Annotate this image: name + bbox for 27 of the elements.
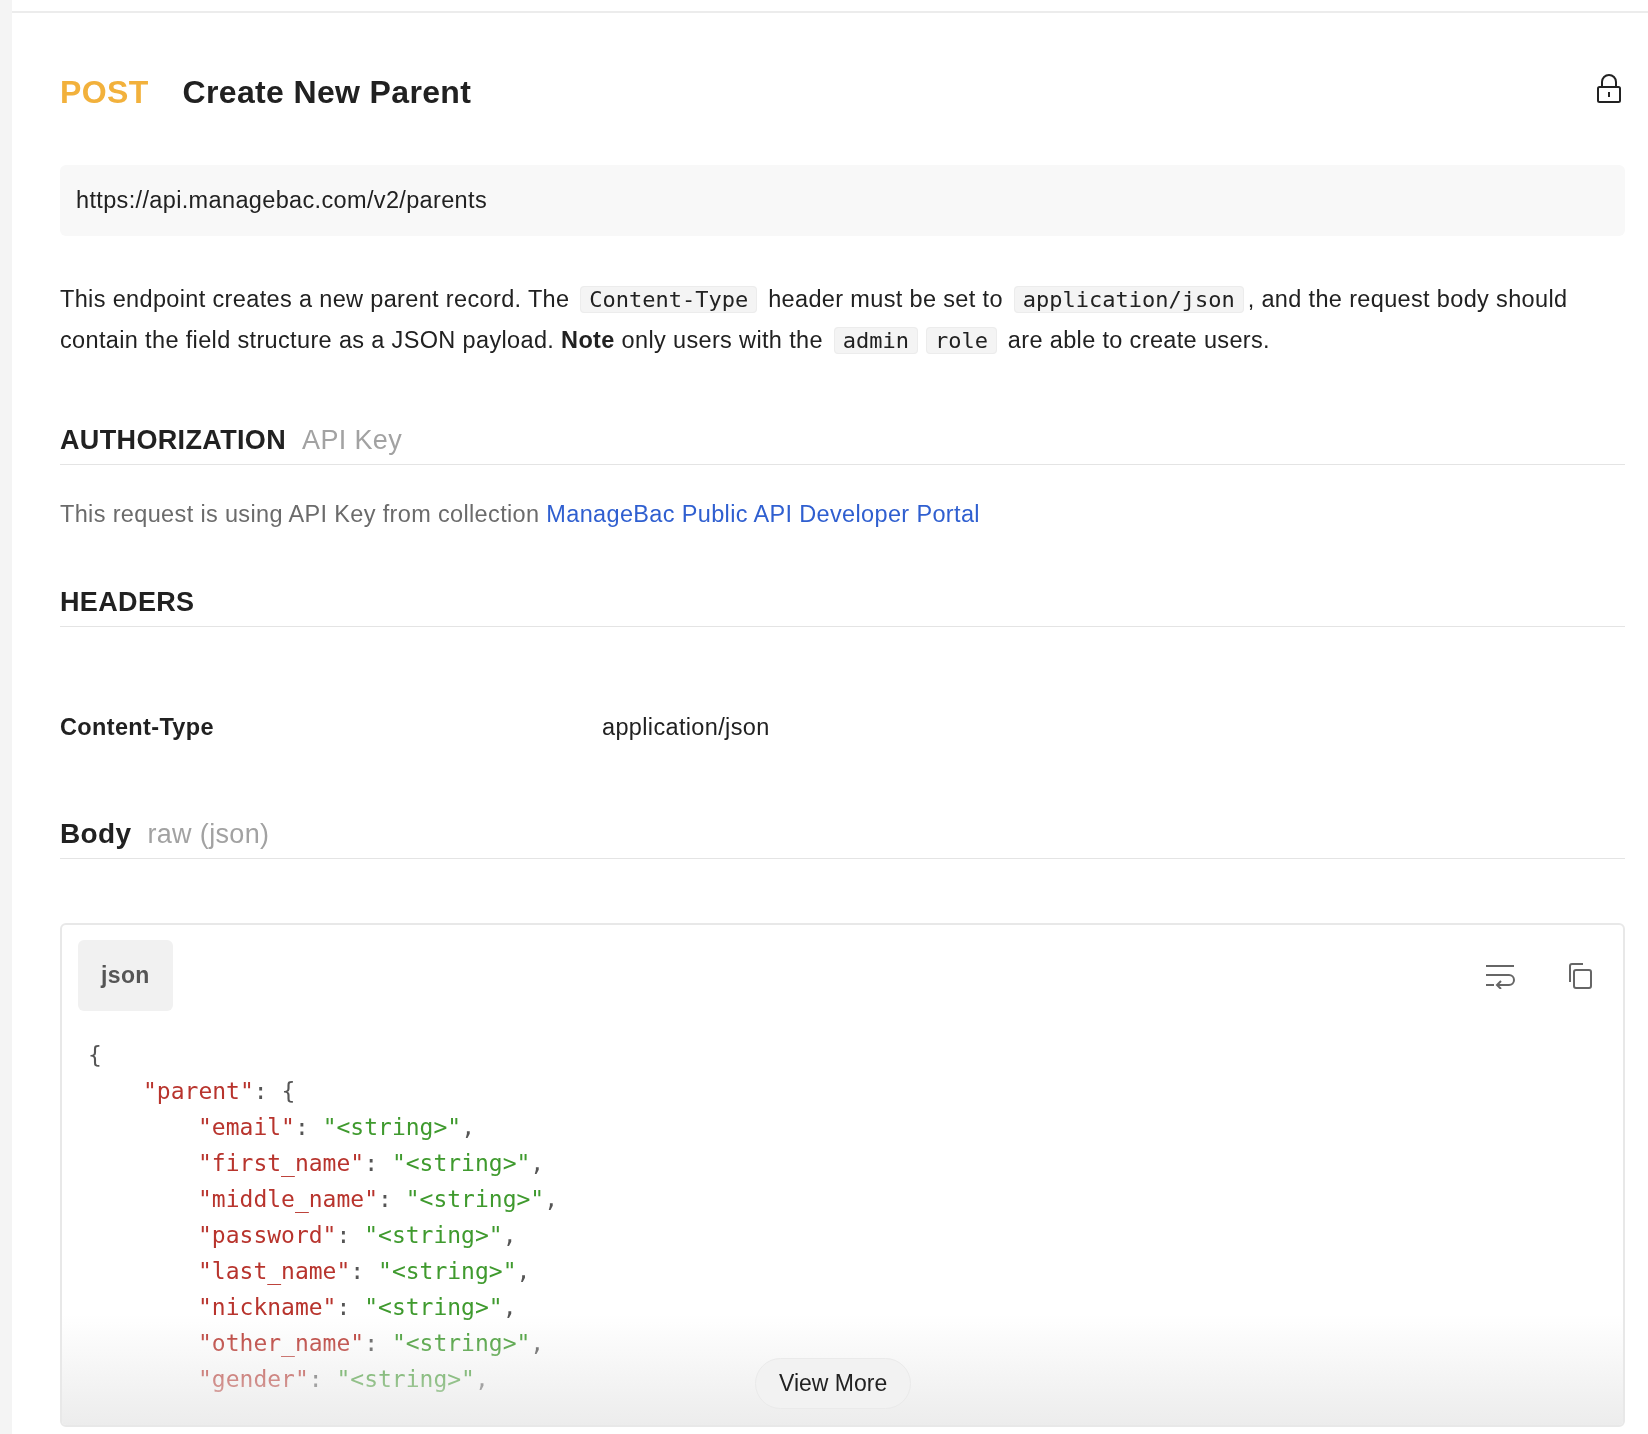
view-more-button[interactable]: View More	[755, 1358, 912, 1409]
code-line: "last_name": "<string>",	[198, 1258, 531, 1284]
code-line: "middle_name": "<string>",	[198, 1186, 559, 1212]
language-tab[interactable]: json	[78, 940, 173, 1011]
header-key: Content-Type	[60, 714, 602, 770]
url-field: https://api.managebac.com/v2/parents	[60, 165, 1625, 236]
code-line: "email": "<string>",	[198, 1114, 475, 1140]
code-line: "gender": "<string>",	[198, 1366, 489, 1392]
code-line: {	[88, 1042, 102, 1068]
description-text: This endpoint creates a new parent record. The Content-Type header must be set to application/json , and the request body should contain the field structure as a JSON payload. Note only users with the admin role are able to create users.	[60, 285, 1569, 356]
section-heading: AUTHORIZATION	[60, 425, 287, 456]
header-value: application/json	[602, 714, 770, 742]
section-heading: Body	[60, 818, 132, 850]
auth-description: This request is using API Key from collection	[60, 501, 541, 527]
code-line: "first_name": "<string>",	[198, 1150, 545, 1176]
http-method: POST	[60, 73, 149, 111]
code-line: "other_name": "<string>",	[198, 1330, 545, 1356]
request-title: Create New Parent	[182, 73, 473, 111]
collection-link[interactable]: ManageBac Public API Developer Portal	[546, 501, 980, 527]
lock-icon[interactable]	[1596, 74, 1622, 104]
code-line: "parent": {	[143, 1078, 296, 1104]
auth-type: API Key	[302, 425, 403, 456]
section-heading: HEADERS	[60, 587, 195, 618]
code-line: "password": "<string>",	[198, 1222, 517, 1248]
body-type: raw (json)	[147, 819, 270, 850]
code-line: "nickname": "<string>",	[198, 1294, 517, 1320]
wrap-lines-icon[interactable]	[1485, 962, 1515, 989]
